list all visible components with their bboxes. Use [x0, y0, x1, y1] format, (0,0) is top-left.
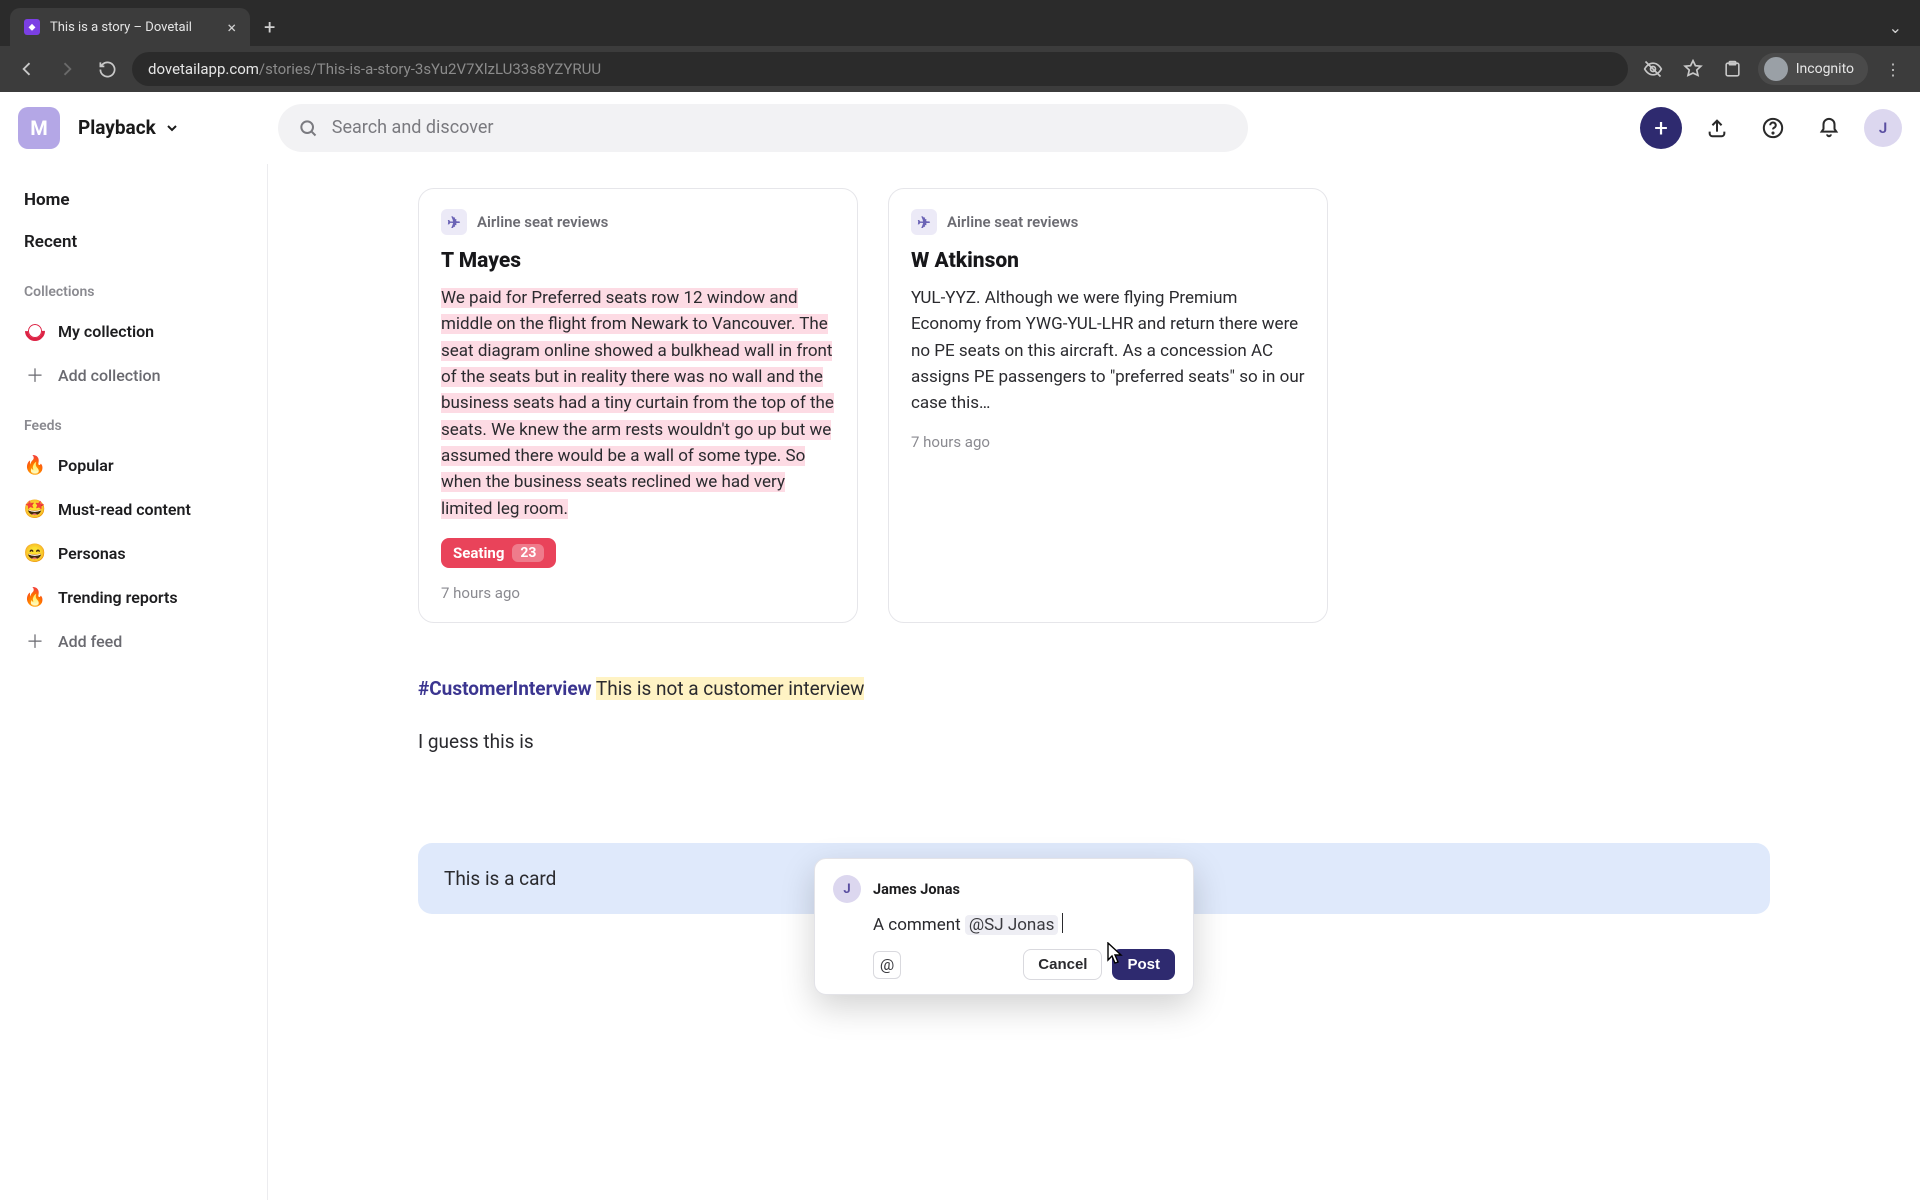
comment-author-name: James Jonas	[873, 881, 960, 898]
collection-label: My collection	[58, 322, 154, 341]
workspace-switcher[interactable]: Playback	[78, 116, 180, 139]
bookmark-star-icon[interactable]	[1678, 54, 1708, 84]
feed-label: Must-read content	[58, 500, 191, 519]
workspace-badge[interactable]: M	[18, 107, 60, 149]
feed-must-read[interactable]: 🤩 Must-read content	[14, 490, 253, 528]
feed-trending[interactable]: 🔥 Trending reports	[14, 578, 253, 616]
text-cursor	[1062, 913, 1063, 933]
incognito-icon	[1764, 57, 1788, 81]
url-host: dovetailapp.com	[148, 60, 259, 78]
favicon-icon: ⬥	[24, 19, 40, 35]
story-text-line[interactable]: I guess this is	[418, 730, 1770, 753]
highlighted-text: We paid for Preferred seats row 12 windo…	[441, 288, 834, 519]
card-body: YUL-YYZ. Although we were flying Premium…	[911, 285, 1305, 417]
section-collections: Collections	[14, 266, 253, 306]
card-title: W Atkinson	[911, 249, 1305, 273]
card-body: We paid for Preferred seats row 12 windo…	[441, 285, 835, 522]
tag-chip-seating[interactable]: Seating 23	[441, 538, 556, 568]
card-source: ✈ Airline seat reviews	[441, 209, 835, 235]
plus-icon: ＋	[24, 364, 46, 386]
close-tab-icon[interactable]: ×	[227, 18, 236, 37]
tab-strip: ⬥ This is a story – Dovetail × + ⌄	[0, 0, 1920, 46]
search-input[interactable]: Search and discover	[278, 104, 1248, 152]
card-source-label: Airline seat reviews	[947, 213, 1078, 231]
main-content: ✈ Airline seat reviews T Mayes We paid f…	[268, 164, 1920, 1200]
add-feed-label: Add feed	[58, 632, 122, 651]
create-button[interactable]: +	[1640, 107, 1682, 149]
tag-label: Seating	[453, 544, 504, 562]
collection-my-collection[interactable]: My collection	[14, 312, 253, 350]
fire-icon: 🔥	[24, 586, 46, 608]
browser-chrome: ⬥ This is a story – Dovetail × + ⌄ dovet…	[0, 0, 1920, 92]
card-title: T Mayes	[441, 249, 835, 273]
sidebar: Home Recent Collections My collection ＋ …	[0, 164, 268, 1200]
highlighted-span: This is not a customer interview	[596, 677, 865, 700]
address-bar: dovetailapp.com/stories/This-is-a-story-…	[0, 46, 1920, 92]
tabs-overflow-icon[interactable]: ⌄	[1871, 8, 1920, 46]
user-avatar[interactable]: J	[1864, 109, 1902, 147]
reload-button[interactable]	[92, 54, 122, 84]
plus-icon: ＋	[24, 630, 46, 652]
incognito-label: Incognito	[1796, 61, 1854, 77]
fire-icon: 🔥	[24, 454, 46, 476]
add-feed-button[interactable]: ＋ Add feed	[14, 622, 253, 660]
story-text-line[interactable]: #CustomerInterview This is not a custome…	[418, 677, 1770, 700]
insight-card[interactable]: ✈ Airline seat reviews W Atkinson YUL-YY…	[888, 188, 1328, 623]
mention-button[interactable]: @	[873, 951, 901, 979]
extensions-icon[interactable]	[1718, 54, 1748, 84]
feed-personas[interactable]: 😄 Personas	[14, 534, 253, 572]
workspace-name: Playback	[78, 116, 156, 139]
search-placeholder: Search and discover	[332, 117, 494, 138]
callout-text: This is a card	[444, 867, 556, 890]
comment-input[interactable]: A comment @SJ Jonas	[833, 913, 1175, 935]
new-tab-button[interactable]: +	[250, 8, 289, 46]
feed-label: Personas	[58, 544, 126, 563]
hashtag[interactable]: #CustomerInterview	[418, 677, 592, 700]
eye-off-icon[interactable]	[1638, 54, 1668, 84]
cancel-button[interactable]: Cancel	[1023, 949, 1102, 980]
comment-popover: J James Jonas A comment @SJ Jonas @ Canc…	[814, 858, 1194, 995]
help-button[interactable]	[1752, 107, 1794, 149]
upload-button[interactable]	[1696, 107, 1738, 149]
tag-count: 23	[512, 544, 544, 562]
url-input[interactable]: dovetailapp.com/stories/This-is-a-story-…	[132, 52, 1628, 86]
airplane-icon: ✈	[911, 209, 937, 235]
kebab-menu-icon[interactable]: ⋮	[1878, 54, 1908, 84]
section-feeds: Feeds	[14, 400, 253, 440]
card-timestamp: 7 hours ago	[441, 584, 835, 602]
incognito-indicator[interactable]: Incognito	[1758, 53, 1868, 85]
card-source-label: Airline seat reviews	[477, 213, 608, 231]
tab-title: This is a story – Dovetail	[50, 20, 217, 35]
card-source: ✈ Airline seat reviews	[911, 209, 1305, 235]
chevron-down-icon	[164, 120, 180, 136]
app-header: M Playback Search and discover + J	[0, 92, 1920, 164]
insight-card[interactable]: ✈ Airline seat reviews T Mayes We paid f…	[418, 188, 858, 623]
at-icon: @	[880, 955, 894, 974]
add-collection-button[interactable]: ＋ Add collection	[14, 356, 253, 394]
back-button[interactable]	[12, 54, 42, 84]
search-icon	[298, 118, 318, 138]
notifications-button[interactable]	[1808, 107, 1850, 149]
mention-chip[interactable]: @SJ Jonas	[965, 915, 1058, 935]
plus-icon: +	[1654, 114, 1668, 142]
add-collection-label: Add collection	[58, 366, 161, 385]
feed-popular[interactable]: 🔥 Popular	[14, 446, 253, 484]
star-struck-icon: 🤩	[24, 498, 46, 520]
feed-label: Trending reports	[58, 588, 178, 607]
forward-button[interactable]	[52, 54, 82, 84]
url-path: /stories/This-is-a-story-3sYu2V7XlzLU33s…	[259, 60, 601, 78]
card-timestamp: 7 hours ago	[911, 433, 1305, 451]
airplane-icon: ✈	[441, 209, 467, 235]
comment-author-avatar: J	[833, 875, 861, 903]
browser-tab[interactable]: ⬥ This is a story – Dovetail ×	[10, 8, 250, 46]
nav-home[interactable]: Home	[14, 182, 253, 218]
smile-icon: 😄	[24, 542, 46, 564]
feed-label: Popular	[58, 456, 114, 475]
comment-text: A comment	[873, 915, 965, 935]
nav-recent[interactable]: Recent	[14, 224, 253, 260]
story-text: I guess this is	[418, 730, 534, 753]
lifebuoy-icon	[24, 320, 46, 342]
post-button[interactable]: Post	[1112, 949, 1175, 980]
